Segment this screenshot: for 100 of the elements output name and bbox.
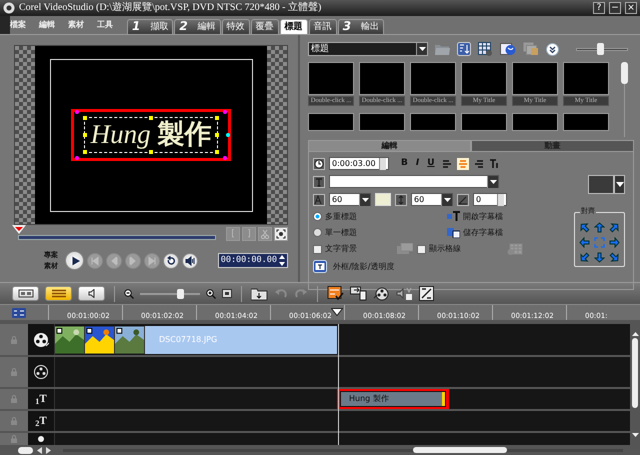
step-tab[interactable]: 2 編輯 [174, 19, 221, 34]
color-dropdown-button[interactable] [614, 175, 625, 194]
scroll-up-icon[interactable] [632, 332, 638, 336]
font-field[interactable] [329, 175, 499, 188]
align-center-icon[interactable] [456, 158, 469, 170]
align-left-icon[interactable] [440, 158, 453, 170]
resize-handle[interactable] [82, 116, 87, 120]
title-clip[interactable]: Hung 製作 [341, 392, 445, 406]
audio-mixer-icon[interactable] [396, 286, 413, 301]
menu-item[interactable]: 工具 [97, 20, 113, 30]
rotate-handle[interactable] [223, 156, 228, 160]
insert-media-icon[interactable] [251, 286, 268, 300]
duration-field[interactable]: 0:00:03.00 [329, 157, 389, 170]
zoom-pill-button[interactable] [18, 446, 33, 454]
menu-item[interactable]: 素材 [68, 20, 84, 30]
resize-handle[interactable] [149, 150, 153, 154]
scrollbar-thumb[interactable] [413, 446, 507, 452]
scrubber-thumb[interactable] [12, 224, 26, 234]
bold-button[interactable]: B [399, 158, 410, 169]
resize-handle[interactable] [215, 150, 220, 154]
align-arrow-button[interactable] [609, 237, 620, 248]
slider-thumb[interactable] [596, 42, 604, 54]
title-thumbnail[interactable] [359, 62, 405, 95]
title-thumbnail[interactable] [308, 62, 354, 95]
align-arrow-button[interactable] [594, 222, 605, 233]
category-dropdown[interactable]: 標題 [308, 42, 428, 56]
resize-handle[interactable] [215, 116, 220, 120]
export-device-icon[interactable] [350, 286, 367, 301]
radio-option[interactable]: 單一標題 [313, 228, 443, 238]
playhead-marker[interactable] [331, 308, 343, 316]
menu-item[interactable]: 檔案 [10, 20, 26, 30]
align-arrow-button[interactable] [579, 237, 590, 248]
step-tab[interactable]: 音訊 [308, 19, 337, 34]
timeline-view-button[interactable] [45, 286, 72, 301]
anchor-handle[interactable] [226, 133, 230, 137]
open-subtitle-button[interactable]: 開啟字幕檔 [447, 211, 503, 222]
scroll-right-icon[interactable] [46, 446, 51, 454]
zoom-in-icon[interactable] [206, 288, 216, 298]
font-size-field[interactable]: 60 [329, 193, 371, 206]
checkbox-option[interactable]: 顯示格線 [417, 244, 497, 254]
resize-handle[interactable] [82, 150, 87, 154]
step-tab[interactable]: 特效 [222, 19, 250, 34]
title-thumbnail[interactable] [461, 62, 507, 95]
sort-icon[interactable] [457, 42, 471, 56]
grid-settings-icon[interactable] [478, 42, 493, 56]
title-thumbnail[interactable] [563, 113, 609, 131]
text-color-swatch[interactable] [375, 193, 391, 206]
checkbox-option[interactable]: 文字背景 [313, 244, 393, 254]
zoom-out-icon[interactable] [124, 288, 134, 298]
scroll-left-icon[interactable] [37, 446, 42, 454]
line-spacing-field[interactable]: 60 [411, 193, 453, 206]
clock-icon[interactable] [314, 158, 324, 168]
resize-handle[interactable] [82, 133, 87, 137]
title-thumbnail[interactable] [512, 113, 558, 131]
font-size-icon[interactable] [314, 194, 324, 204]
align-right-icon[interactable] [472, 158, 485, 170]
angle-field[interactable]: 0 [473, 193, 507, 206]
line-spacing-icon[interactable] [396, 194, 406, 204]
resize-handle[interactable] [215, 133, 220, 137]
border-shadow-button[interactable]: 外框/陰影/透明度 [313, 260, 394, 273]
close-button[interactable]: × [625, 2, 637, 14]
step-tab[interactable]: 覆疊 [250, 19, 279, 34]
repeat-button[interactable] [163, 252, 179, 268]
fullscreen-button[interactable] [274, 227, 288, 241]
align-arrow-button[interactable] [594, 252, 605, 263]
title-thumbnail[interactable] [512, 62, 558, 95]
save-subtitle-button[interactable]: 儲存字幕檔 [447, 227, 503, 238]
scroll-down-icon[interactable] [632, 433, 638, 437]
step-tab[interactable]: 3 輸出 [338, 19, 384, 34]
play-button[interactable] [65, 251, 84, 270]
vertical-text-icon[interactable] [488, 158, 500, 168]
rotate-handle[interactable] [74, 156, 79, 160]
title-thumbnail[interactable] [359, 113, 405, 131]
resize-handle[interactable] [149, 116, 153, 120]
align-arrow-button[interactable] [609, 222, 620, 233]
scrollbar-thumb[interactable] [632, 338, 638, 408]
angle-icon[interactable] [458, 194, 468, 204]
track-manager-icon[interactable] [12, 308, 26, 318]
smart-render-icon[interactable] [327, 286, 344, 302]
title-thumbnail[interactable] [410, 62, 456, 95]
step-tab[interactable]: 1 擷取 [127, 19, 174, 34]
rotate-handle[interactable] [223, 110, 228, 114]
globe-document-icon[interactable] [500, 42, 516, 56]
step-tab[interactable]: 標題 [280, 19, 308, 34]
align-arrow-button[interactable] [579, 252, 590, 263]
timecode-field[interactable]: 00:00:00.00 [218, 253, 288, 268]
italic-button[interactable]: I [414, 158, 422, 169]
audio-view-button[interactable] [78, 286, 105, 301]
film-reel-icon[interactable] [373, 286, 390, 301]
slider-thumb[interactable] [177, 288, 184, 298]
volume-button[interactable] [182, 252, 198, 268]
title-thumbnail[interactable] [308, 113, 354, 131]
scrollbar-thumb[interactable] [621, 62, 628, 84]
font-icon[interactable] [314, 176, 324, 186]
minimize-button[interactable]: − [609, 2, 621, 14]
align-arrow-button[interactable] [609, 252, 620, 263]
title-thumbnail[interactable] [410, 113, 456, 131]
title-thumbnail[interactable] [461, 113, 507, 131]
fit-project-icon[interactable] [222, 289, 232, 298]
rotate-handle[interactable] [74, 110, 79, 114]
